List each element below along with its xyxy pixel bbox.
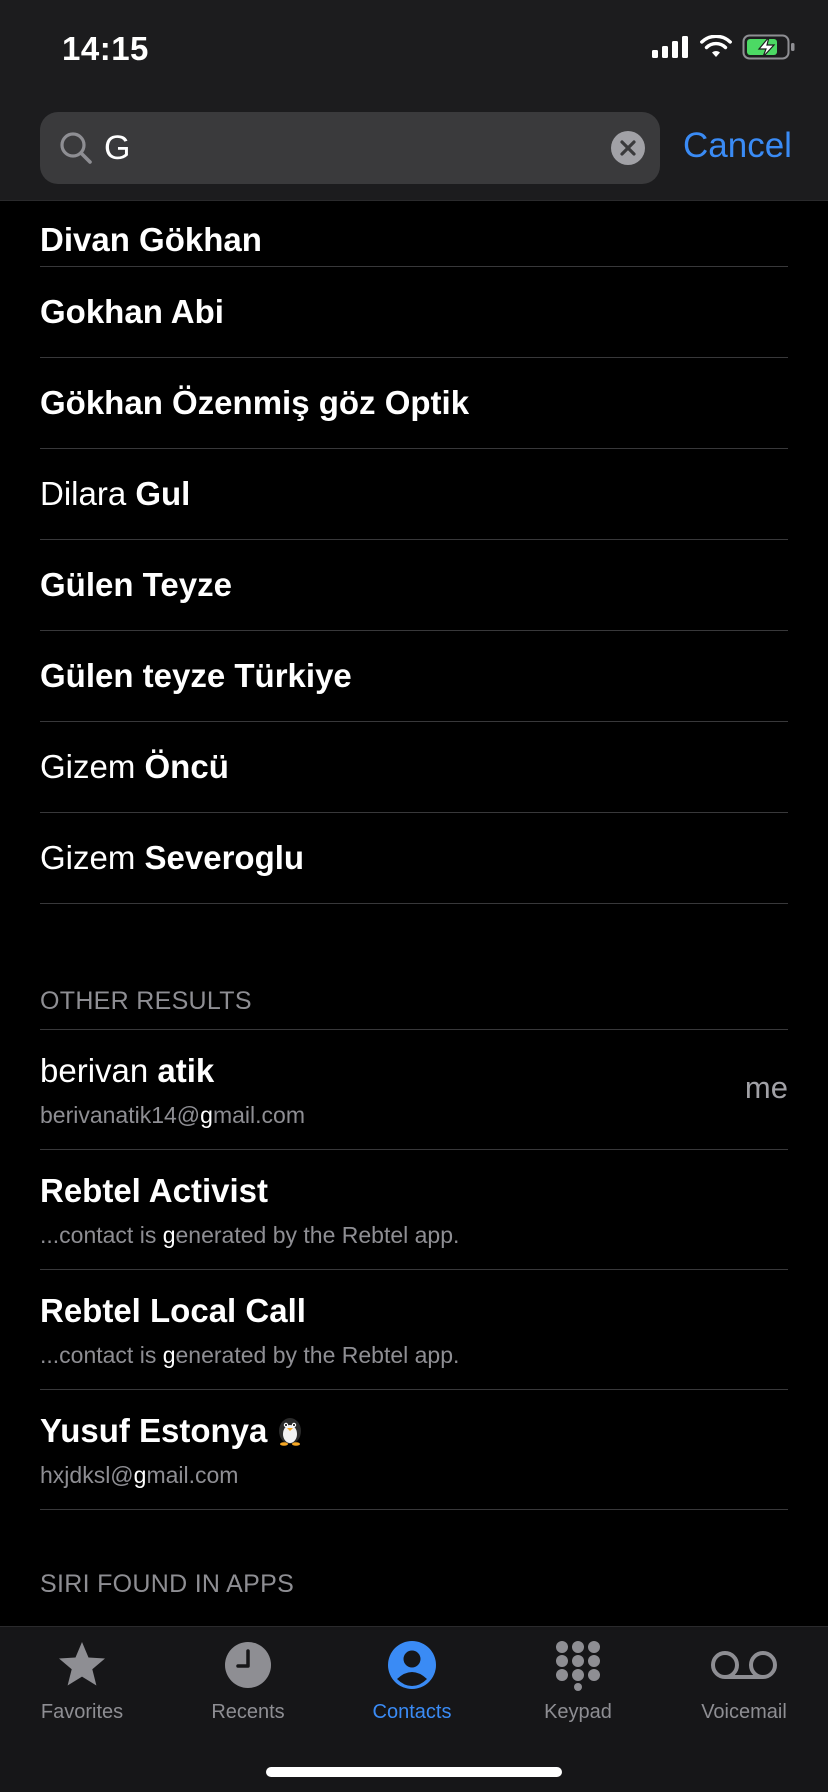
- cancel-button[interactable]: Cancel: [683, 126, 792, 166]
- contact-row[interactable]: Gizem Öncü: [40, 722, 788, 813]
- tab-voicemail[interactable]: Voicemail: [669, 1639, 819, 1739]
- results-list: Divan Gökhan Gokhan Abi Gökhan Özenmiş göz…: [0, 201, 828, 1599]
- contact-row[interactable]: Divan Gökhan: [40, 201, 788, 267]
- clock-icon: [225, 1642, 271, 1688]
- other-result-row[interactable]: berivan atik berivanatik14@gmail.com me: [40, 1030, 788, 1150]
- contact-name: Gizem Öncü: [40, 748, 229, 786]
- result-detail-part: ...contact is: [40, 1222, 163, 1248]
- contact-name: Gülen Teyze: [40, 566, 232, 604]
- contact-row[interactable]: Gokhan Abi: [40, 267, 788, 358]
- other-result-row[interactable]: Yusuf Estonya hxjdksl@gmail.com: [40, 1390, 788, 1510]
- home-indicator: [266, 1767, 562, 1777]
- result-name-part: Rebtel Local Call: [40, 1292, 306, 1329]
- result-detail-part: mail.com: [212, 1102, 305, 1128]
- voicemail-icon: [711, 1651, 777, 1679]
- contact-name: Gülen teyze Türkiye: [40, 657, 352, 695]
- tab-label: Contacts: [372, 1701, 452, 1723]
- other-results-header: OTHER RESULTS: [40, 977, 788, 1030]
- result-detail: ...contact is generated by the Rebtel ap…: [40, 1342, 459, 1369]
- result-detail-part: berivanatik14@: [40, 1102, 201, 1128]
- result-detail-part: g: [200, 1102, 213, 1128]
- contact-row[interactable]: Gülen Teyze: [40, 540, 788, 631]
- tab-label: Keypad: [544, 1701, 612, 1723]
- contact-name: Gökhan Özenmiş göz Optik: [40, 384, 469, 422]
- tab-contacts[interactable]: Contacts: [337, 1639, 487, 1739]
- other-result-row[interactable]: Rebtel Activist ...contact is generated b…: [40, 1150, 788, 1270]
- result-name: Rebtel Local Call: [40, 1292, 306, 1330]
- result-name-part: atik: [157, 1052, 215, 1089]
- search-icon: [60, 132, 92, 164]
- result-detail: hxjdksl@gmail.com: [40, 1462, 238, 1489]
- result-name: berivan atik: [40, 1052, 214, 1090]
- result-name: Yusuf Estonya: [40, 1412, 307, 1450]
- star-icon: [59, 1642, 105, 1686]
- siri-found-header: SIRI FOUND IN APPS: [40, 1570, 295, 1598]
- me-label: me: [744, 1070, 788, 1105]
- keypad-icon: [556, 1641, 600, 1691]
- tab-recents[interactable]: Recents: [173, 1639, 323, 1739]
- tab-favorites[interactable]: Favorites: [7, 1639, 157, 1739]
- result-detail-part: g: [133, 1462, 147, 1488]
- contact-name: Divan Gökhan: [40, 221, 262, 259]
- result-detail: ...contact is generated by the Rebtel ap…: [40, 1222, 459, 1249]
- person-circle-icon: [388, 1641, 436, 1689]
- search-header: Cancel: [0, 100, 828, 201]
- result-detail-part: g: [162, 1222, 176, 1248]
- result-name: Rebtel Activist: [40, 1172, 268, 1210]
- result-detail-part: ...contact is: [40, 1342, 163, 1368]
- contact-name-part: Divan Gökhan: [40, 221, 262, 258]
- contact-name-part: Gokhan Abi: [40, 293, 224, 330]
- status-icons: [652, 34, 796, 60]
- contact-row[interactable]: Dilara Gul: [40, 449, 788, 540]
- contact-name-part: Öncü: [144, 748, 229, 785]
- result-detail-part: enerated by the Rebtel app.: [175, 1222, 460, 1248]
- contact-name-part: Gul: [135, 475, 191, 512]
- search-input[interactable]: [104, 112, 584, 184]
- result-detail-part: hxjdksl@: [40, 1462, 134, 1488]
- contact-name-part: Gizem: [40, 748, 145, 785]
- contact-name-part: Gökhan Özenmiş göz Optik: [40, 384, 470, 421]
- wifi-icon: [700, 35, 732, 57]
- status-bar: 14:15: [0, 0, 828, 100]
- contact-row[interactable]: Gökhan Özenmiş göz Optik: [40, 358, 788, 449]
- contact-name-part: Severoglu: [144, 839, 305, 876]
- penguin-emoji: [279, 1418, 302, 1446]
- cellular-signal-icon: [652, 36, 688, 58]
- battery-charging-icon: [742, 34, 795, 60]
- clear-search-icon[interactable]: [611, 131, 645, 165]
- contact-row[interactable]: Gülen teyze Türkiye: [40, 631, 788, 722]
- search-bar[interactable]: [40, 112, 660, 184]
- contact-name-part: Dilara: [40, 475, 136, 512]
- result-name-part: Yusuf Estonya: [40, 1412, 268, 1449]
- tab-label: Favorites: [40, 1701, 124, 1723]
- contact-name: Dilara Gul: [40, 475, 190, 513]
- other-result-row[interactable]: Rebtel Local Call ...contact is generated…: [40, 1270, 788, 1390]
- contact-name-part: Gülen Teyze: [40, 566, 232, 603]
- contact-name-part: Gizem: [40, 839, 145, 876]
- status-time: 14:15: [62, 30, 149, 67]
- result-name-part: Rebtel Activist: [40, 1172, 269, 1209]
- contacts-search-screen: 14:15 G Cancel Divan Gökhan Gokhan Abi G…: [0, 0, 828, 1792]
- result-name-part: berivan: [40, 1052, 158, 1089]
- contact-name: Gokhan Abi: [40, 293, 224, 331]
- result-detail-part: g: [162, 1342, 176, 1368]
- tab-label: Recents: [211, 1701, 285, 1723]
- result-detail: berivanatik14@gmail.com: [40, 1102, 305, 1129]
- tab-label: Voicemail: [701, 1701, 787, 1723]
- result-detail-part: enerated by the Rebtel app.: [175, 1342, 460, 1368]
- contact-name-part: Gülen teyze Türkiye: [40, 657, 352, 694]
- contact-name: Gizem Severoglu: [40, 839, 304, 877]
- result-detail-part: mail.com: [146, 1462, 239, 1488]
- contact-row[interactable]: Gizem Severoglu: [40, 813, 788, 904]
- tab-keypad[interactable]: Keypad: [503, 1639, 653, 1739]
